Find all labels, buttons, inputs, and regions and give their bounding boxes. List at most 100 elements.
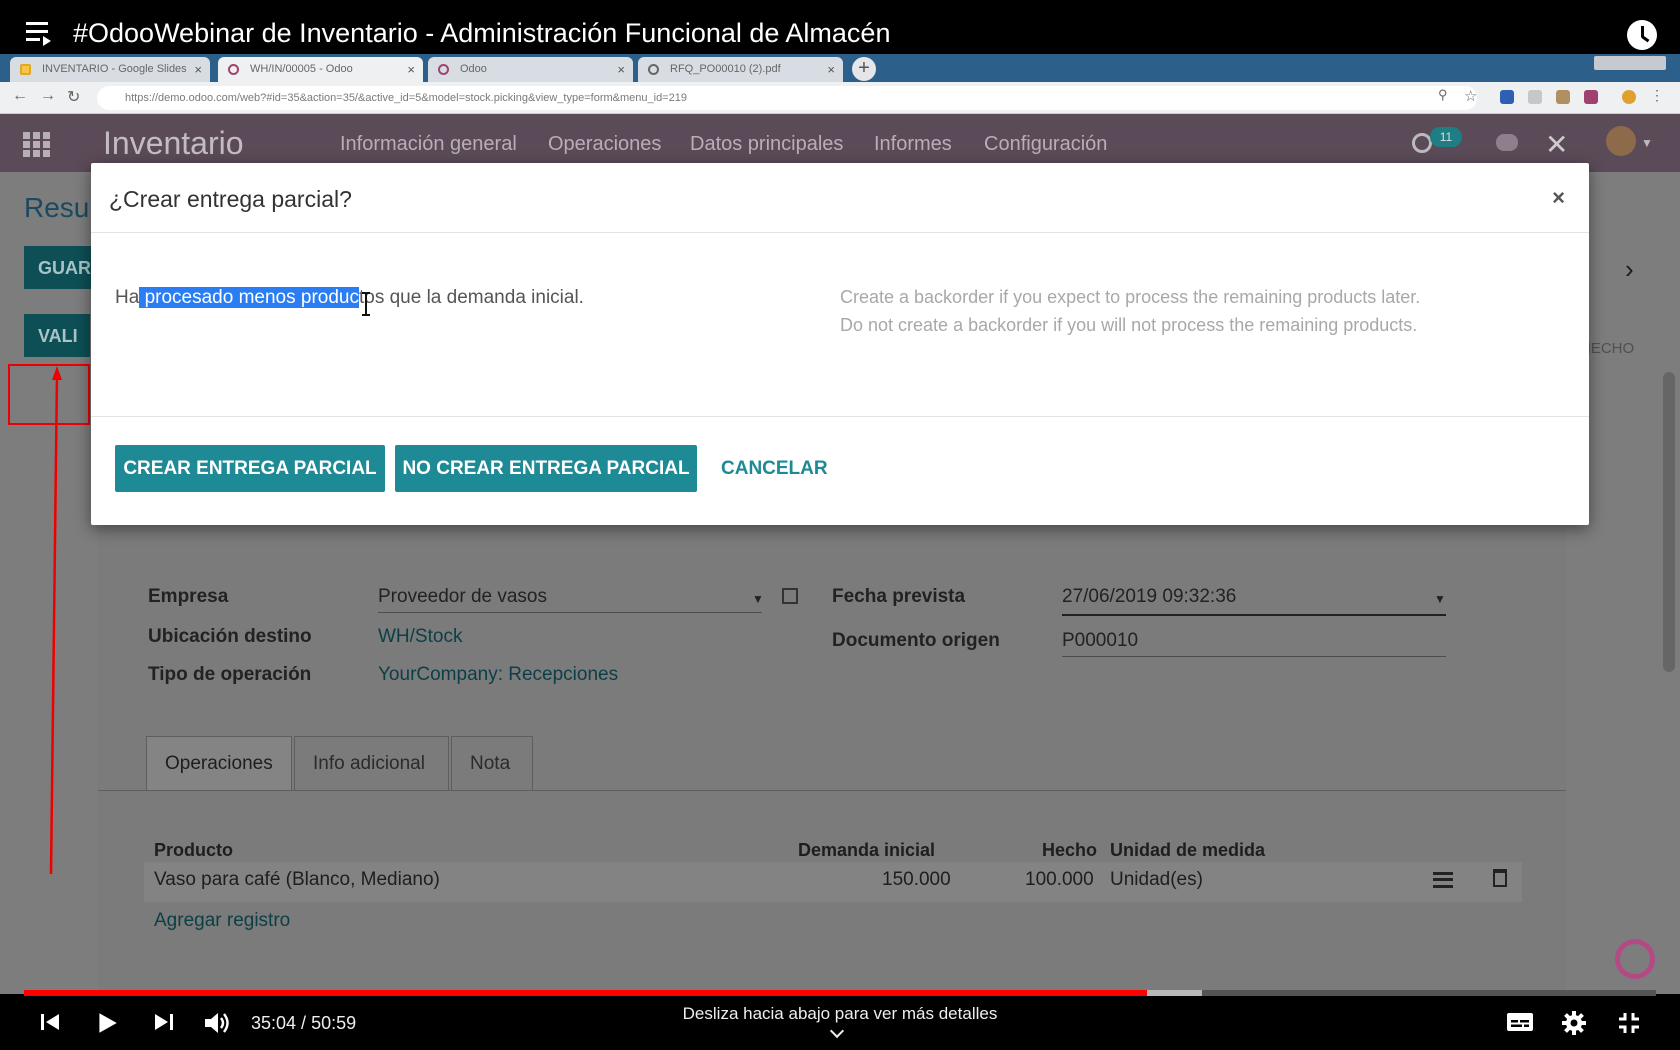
extension-icon[interactable] — [1584, 90, 1598, 104]
close-tab-icon[interactable]: × — [407, 62, 415, 77]
menu-informacion-general[interactable]: Información general — [340, 133, 517, 156]
field-label-fecha-prevista: Fecha prevista — [832, 586, 966, 607]
field-tipo-operacion[interactable]: YourCompany: Recepciones — [378, 664, 618, 686]
browser-tab-bar: INVENTARIO - Google Slides × WH/IN/00005… — [0, 54, 1680, 82]
selected-text: procesado menos produc — [139, 287, 359, 308]
activity-count-badge: 11 — [1430, 127, 1462, 147]
reload-icon[interactable]: ↻ — [67, 87, 80, 107]
add-line-link[interactable]: Agregar registro — [154, 910, 290, 932]
cancel-button[interactable]: CANCELAR — [721, 445, 828, 492]
browser-tab-label: WH/IN/00005 - Odoo — [250, 63, 353, 75]
scroll-hint[interactable]: Desliza hacia abajo para ver más detalle… — [620, 1004, 1060, 1024]
browser-tab-label: RFQ_PO00010 (2).pdf — [670, 63, 781, 75]
subtitles-icon[interactable] — [1506, 1010, 1534, 1034]
profile-icon[interactable] — [1622, 90, 1636, 104]
extension-icon[interactable] — [1500, 90, 1514, 104]
menu-datos-principales[interactable]: Datos principales — [690, 133, 843, 156]
browser-tab[interactable]: Odoo × — [428, 57, 633, 82]
settings-icon[interactable] — [1561, 1010, 1587, 1036]
pager-next-icon[interactable]: › — [1625, 254, 1634, 285]
playlist-icon[interactable] — [26, 22, 56, 46]
close-tab-icon[interactable]: × — [617, 62, 625, 77]
breadcrumb[interactable]: Resu — [24, 192, 89, 224]
bookmark-star-icon[interactable]: ☆ — [1464, 87, 1477, 105]
external-link-icon[interactable] — [782, 588, 798, 604]
dialog-help-line-2: Do not create a backorder if you will no… — [840, 315, 1418, 335]
validate-button[interactable]: VALI — [24, 314, 90, 357]
menu-operaciones[interactable]: Operaciones — [548, 133, 661, 156]
field-documento-origen[interactable]: P000010 — [1062, 630, 1138, 652]
slides-icon — [20, 64, 31, 75]
play-icon[interactable] — [94, 1010, 120, 1036]
message-text: tos que la demanda inicial. — [358, 287, 584, 308]
chevron-down-icon[interactable]: ▼ — [1641, 136, 1653, 150]
apps-grid-icon[interactable] — [23, 132, 53, 157]
extension-icon[interactable] — [1528, 90, 1542, 104]
forward-icon[interactable]: → — [40, 87, 56, 105]
browser-tab[interactable]: INVENTARIO - Google Slides × — [10, 57, 210, 82]
field-label-ubicacion: Ubicación destino — [148, 626, 312, 647]
tab-info-adicional[interactable]: Info adicional — [294, 736, 449, 790]
video-frame[interactable]: INVENTARIO - Google Slides × WH/IN/00005… — [0, 54, 1680, 994]
backorder-dialog: ¿Crear entrega parcial? × Ha procesado m… — [91, 163, 1589, 525]
watch-later-icon[interactable] — [1627, 20, 1657, 50]
dialog-title: ¿Crear entrega parcial? — [109, 186, 352, 212]
back-icon[interactable]: ← — [12, 87, 28, 105]
cell-hecho[interactable]: 100.000 — [1025, 869, 1094, 891]
avatar[interactable] — [1606, 126, 1636, 156]
activity-clock-icon[interactable] — [1412, 133, 1432, 153]
dialog-message[interactable]: Ha procesado menos productos que la dema… — [115, 287, 584, 309]
dialog-body: Ha procesado menos productos que la dema… — [91, 233, 1589, 416]
menu-configuracion[interactable]: Configuración — [984, 133, 1107, 156]
kebab-menu-icon[interactable]: ⋮ — [1650, 87, 1664, 104]
close-tab-icon[interactable]: × — [194, 62, 202, 77]
cell-unidad[interactable]: Unidad(es) — [1110, 869, 1203, 891]
field-empresa[interactable]: Proveedor de vasos — [378, 586, 547, 608]
youtube-top-bar: #OdooWebinar de Inventario - Administrac… — [0, 0, 1680, 54]
close-icon[interactable]: ✕ — [1545, 128, 1568, 161]
cell-producto[interactable]: Vaso para café (Blanco, Mediano) — [154, 869, 440, 891]
browser-tab[interactable]: RFQ_PO00010 (2).pdf × — [638, 57, 843, 82]
column-header-hecho[interactable]: Hecho — [1042, 840, 1097, 861]
extension-icon[interactable] — [1556, 90, 1570, 104]
window-controls[interactable] — [1594, 56, 1666, 70]
time-separator: / — [296, 1013, 312, 1033]
chevron-down-icon[interactable] — [829, 1023, 845, 1039]
dialog-help-line-1: Create a backorder if you expect to proc… — [840, 287, 1421, 307]
close-tab-icon[interactable]: × — [827, 62, 835, 77]
save-button[interactable]: GUAR — [24, 246, 94, 289]
browser-tab-label: Odoo — [460, 63, 487, 75]
url-input[interactable]: https://demo.odoo.com/web?#id=35&action=… — [97, 86, 1477, 110]
previous-icon[interactable] — [38, 1010, 62, 1034]
tab-operaciones[interactable]: Operaciones — [146, 736, 292, 790]
field-fecha-prevista[interactable]: 27/06/2019 09:32:36 — [1062, 586, 1236, 608]
chevron-down-icon[interactable]: ▼ — [1434, 592, 1446, 606]
message-text: Ha — [115, 287, 140, 308]
detailed-operations-icon[interactable] — [1433, 872, 1453, 888]
browser-tab-label: INVENTARIO - Google Slides — [42, 63, 187, 75]
trash-icon[interactable] — [1493, 869, 1507, 887]
field-ubicacion-destino[interactable]: WH/Stock — [378, 626, 462, 648]
column-header-demanda-inicial[interactable]: Demanda inicial — [798, 840, 935, 861]
volume-icon[interactable] — [203, 1010, 231, 1036]
chevron-down-icon[interactable]: ▼ — [752, 592, 764, 606]
cell-demanda[interactable]: 150.000 — [882, 869, 951, 891]
exit-fullscreen-icon[interactable] — [1616, 1010, 1642, 1036]
tab-nota[interactable]: Nota — [451, 736, 533, 790]
zoom-icon[interactable]: ⚲ — [1438, 87, 1448, 103]
app-name: Inventario — [103, 125, 244, 161]
menu-informes[interactable]: Informes — [874, 133, 952, 156]
scrollbar[interactable] — [1663, 372, 1675, 672]
video-title[interactable]: #OdooWebinar de Inventario - Administrac… — [73, 18, 890, 49]
field-label-tipo-operacion: Tipo de operación — [148, 664, 312, 685]
column-header-unidad[interactable]: Unidad de medida — [1110, 840, 1265, 861]
field-underline — [1062, 656, 1446, 657]
no-backorder-button[interactable]: NO CREAR ENTREGA PARCIAL — [395, 445, 697, 492]
chat-icon[interactable] — [1496, 134, 1518, 151]
next-icon[interactable] — [152, 1010, 176, 1034]
create-backorder-button[interactable]: CREAR ENTREGA PARCIAL — [115, 445, 385, 492]
browser-tab-active[interactable]: WH/IN/00005 - Odoo × — [218, 57, 423, 82]
column-header-producto[interactable]: Producto — [154, 840, 233, 861]
new-tab-button[interactable]: + — [852, 57, 876, 81]
close-icon[interactable]: × — [1552, 185, 1565, 211]
